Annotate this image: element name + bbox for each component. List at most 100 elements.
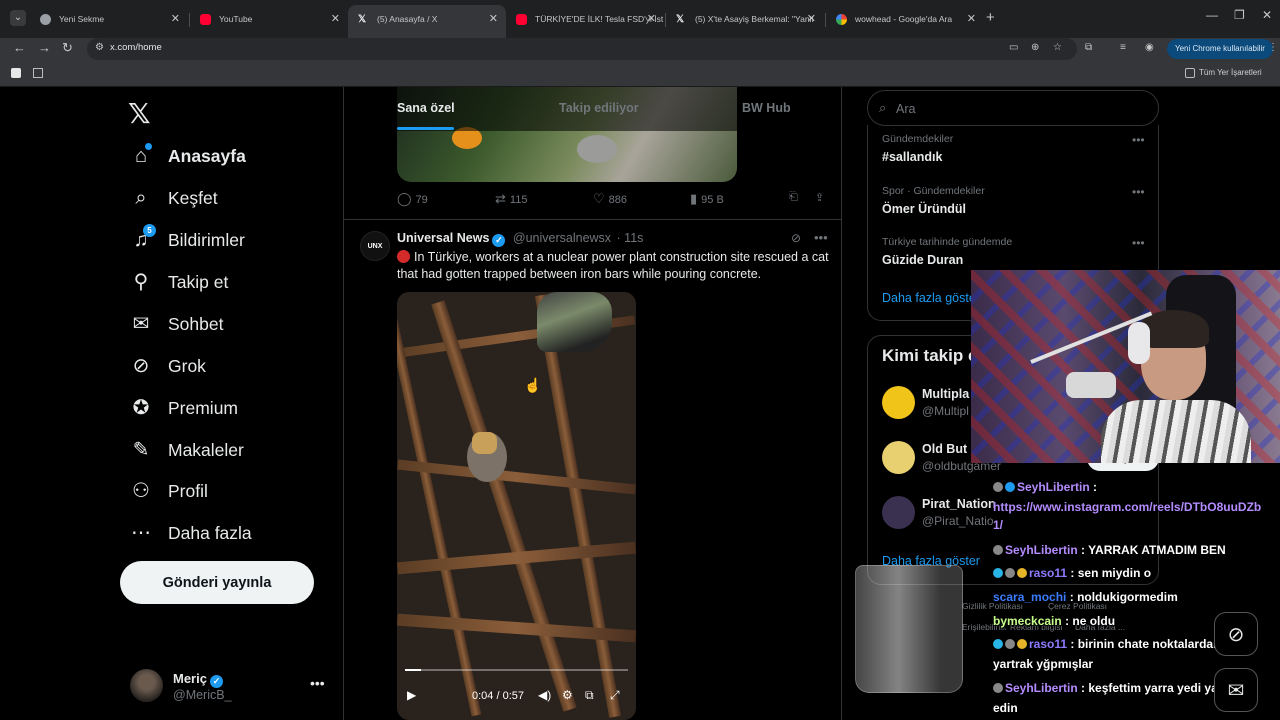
tab-search-button[interactable]: ⌄ <box>10 10 26 26</box>
tweet-author-handle[interactable]: @universalnewsx <box>513 231 611 245</box>
video-progress-bar[interactable] <box>405 669 628 671</box>
nav-item-explore[interactable]: ⌕ Keşfet <box>130 183 217 213</box>
extensions-icon[interactable]: ⧉ <box>1085 42 1092 53</box>
nav-item-follow[interactable]: ⚲ Takip et <box>130 267 229 297</box>
tweet-time[interactable]: · 11s <box>617 231 644 245</box>
avatar[interactable]: UNX <box>360 231 390 261</box>
trend-title: #sallandık <box>882 150 943 164</box>
maximize-icon[interactable]: ❐ <box>1234 8 1245 22</box>
chat-badge-icon <box>1005 482 1015 492</box>
tab-label: (5) X'te Asayiş Berkemal: "Yanlı <box>695 14 814 24</box>
headphones <box>1128 322 1150 364</box>
browser-tab[interactable]: wowhead - Google'da Ara ✕ <box>826 7 984 32</box>
more-icon[interactable]: ••• <box>1132 185 1145 199</box>
trends-show-more-link[interactable]: Daha fazla göster <box>882 291 980 305</box>
like-button[interactable]: ♡ 886 <box>593 191 627 207</box>
volume-icon[interactable]: ◀) <box>538 688 551 702</box>
bookmark-icon[interactable]: ⎗ <box>789 191 798 204</box>
account-switcher[interactable]: Meriç ✓ @MericB_ ••• <box>130 669 330 705</box>
cast-icon[interactable]: ▭ <box>1009 42 1018 53</box>
search-input[interactable]: ⌕ Ara <box>867 90 1159 126</box>
reload-icon[interactable]: ↻ <box>62 40 73 56</box>
drinking-glass <box>855 565 963 693</box>
nav-item-grok[interactable]: ⊘ Grok <box>130 351 206 381</box>
bookmarks-bar: Tüm Yer İşaretleri <box>0 62 1280 87</box>
browser-tab[interactable]: TÜRKİYE'DE İLK! Tesla FSD'yi İst ✕ <box>506 7 664 32</box>
trend-item[interactable]: Spor · Gündemdekiler Ömer Üründül <box>882 185 985 216</box>
close-tab-icon[interactable]: ✕ <box>331 7 340 32</box>
chat-text: yartrak yğpmışlar <box>993 657 1094 671</box>
close-tab-icon[interactable]: ✕ <box>967 7 976 32</box>
chat-link[interactable]: https://www.instagram.com/reels/DTbO8uuD… <box>993 500 1261 514</box>
address-bar[interactable]: ⚙ x.com/home ▭ ⊕ ☆ <box>87 38 1077 60</box>
more-icon[interactable]: ••• <box>814 230 828 245</box>
forward-icon[interactable]: → <box>38 40 51 55</box>
trend-item[interactable]: Türkiye tarihinde gündemde Güzide Duran <box>882 236 1012 267</box>
play-icon[interactable]: ▶ <box>407 688 416 702</box>
browser-tab[interactable]: Yeni Sekme ✕ <box>30 7 188 32</box>
tweet-author-name[interactable]: Universal News <box>397 231 489 245</box>
media-control-icon[interactable]: ≡ <box>1120 42 1126 53</box>
trend-item[interactable]: Gündemdekiler #sallandık <box>882 133 953 164</box>
x-logo-icon[interactable]: 𝕏 <box>128 97 151 130</box>
close-tab-icon[interactable]: ✕ <box>807 7 816 32</box>
all-bookmarks-link[interactable]: Tüm Yer İşaretleri <box>1199 68 1262 77</box>
close-window-icon[interactable]: ✕ <box>1262 8 1272 22</box>
post-button[interactable]: Gönderi yayınla <box>120 561 314 604</box>
close-tab-icon[interactable]: ✕ <box>647 7 656 32</box>
more-icon[interactable]: ••• <box>1132 236 1145 250</box>
zoom-icon[interactable]: ⊕ <box>1031 42 1039 53</box>
browser-tab[interactable]: 𝕏 (5) X'te Asayiş Berkemal: "Yanlı ✕ <box>666 7 824 32</box>
browser-tab[interactable]: YouTube ✕ <box>190 7 348 32</box>
nav-item-premium[interactable]: ✪ Premium <box>130 393 238 423</box>
bookmark-star-icon[interactable]: ☆ <box>1053 42 1062 53</box>
nav-label: Grok <box>168 355 206 376</box>
tweet[interactable]: UNX Universal News ✓ @universalnewsx · 11… <box>344 220 841 720</box>
reply-button[interactable]: ◯ 79 <box>397 191 428 207</box>
chrome-menu-icon[interactable]: ⋮ <box>1268 42 1278 53</box>
back-icon[interactable]: ← <box>13 40 26 55</box>
grok-icon[interactable]: ⊘ <box>791 231 801 245</box>
pip-icon[interactable]: ⧉ <box>585 688 594 703</box>
fullscreen-icon[interactable]: ⤢ <box>610 688 620 703</box>
share-icon[interactable]: ⇪ <box>815 191 824 204</box>
chrome-update-badge[interactable]: Yeni Chrome kullanılabilir <box>1167 39 1273 59</box>
minimize-icon[interactable]: — <box>1206 8 1218 22</box>
nav-item-more[interactable]: ⋯ Daha fazla <box>130 518 252 548</box>
feed-tabs: Sana özel Takip ediliyor BW Hub <box>344 87 841 131</box>
nav-item-articles[interactable]: ✎ Makaleler <box>130 435 244 465</box>
youtube-favicon-icon <box>516 14 527 25</box>
repost-button[interactable]: ⇄ 115 <box>495 191 527 207</box>
media-rock <box>577 135 617 163</box>
tab-for-you[interactable]: Sana özel <box>397 101 455 115</box>
settings-gear-icon[interactable]: ⚙ <box>562 688 573 702</box>
chat-username: scara_mochi <box>993 590 1067 604</box>
avatar <box>882 496 915 529</box>
views-button[interactable]: ▮ 95 B <box>690 191 724 207</box>
site-info-icon[interactable]: ⚙ <box>95 42 104 53</box>
tweet-text: In Türkiye, workers at a nuclear power p… <box>397 249 829 282</box>
nav-item-notifications[interactable]: ♫ 5 Bildirimler <box>130 224 245 255</box>
tweet-video[interactable]: ▶ 0:04 / 0:57 ◀) ⚙ ⧉ ⤢ <box>397 292 636 720</box>
tab-following[interactable]: Takip ediliyor <box>559 101 639 115</box>
close-tab-icon[interactable]: ✕ <box>171 7 180 32</box>
messages-float-icon[interactable]: ✉ <box>1214 668 1258 712</box>
apps-grid-icon[interactable] <box>33 68 43 78</box>
profile-avatar-icon[interactable]: ◉ <box>1145 42 1154 53</box>
nav-item-profile[interactable]: ⚇ Profil <box>130 476 208 506</box>
trend-context: Gündemdekiler <box>882 133 954 145</box>
more-icon[interactable]: ••• <box>310 675 325 691</box>
app-icon[interactable] <box>11 68 21 78</box>
suggestion-handle: @Multipl <box>922 404 969 418</box>
browser-tab-active[interactable]: 𝕏 (5) Anasayfa / X ✕ <box>348 5 506 38</box>
google-favicon-icon <box>836 14 847 25</box>
chat-text: : YARRAK ATMADIM BEN <box>1081 543 1226 557</box>
close-tab-icon[interactable]: ✕ <box>489 5 498 34</box>
new-tab-icon[interactable]: + <box>986 9 995 26</box>
premium-icon: ✪ <box>132 397 150 419</box>
grok-float-icon[interactable]: ⊘ <box>1214 612 1258 656</box>
more-icon[interactable]: ••• <box>1132 133 1145 147</box>
nav-item-home[interactable]: ⌂ Anasayfa <box>130 141 246 171</box>
tab-bw-hub[interactable]: BW Hub <box>742 101 791 115</box>
nav-item-messages[interactable]: ✉ Sohbet <box>130 309 224 339</box>
